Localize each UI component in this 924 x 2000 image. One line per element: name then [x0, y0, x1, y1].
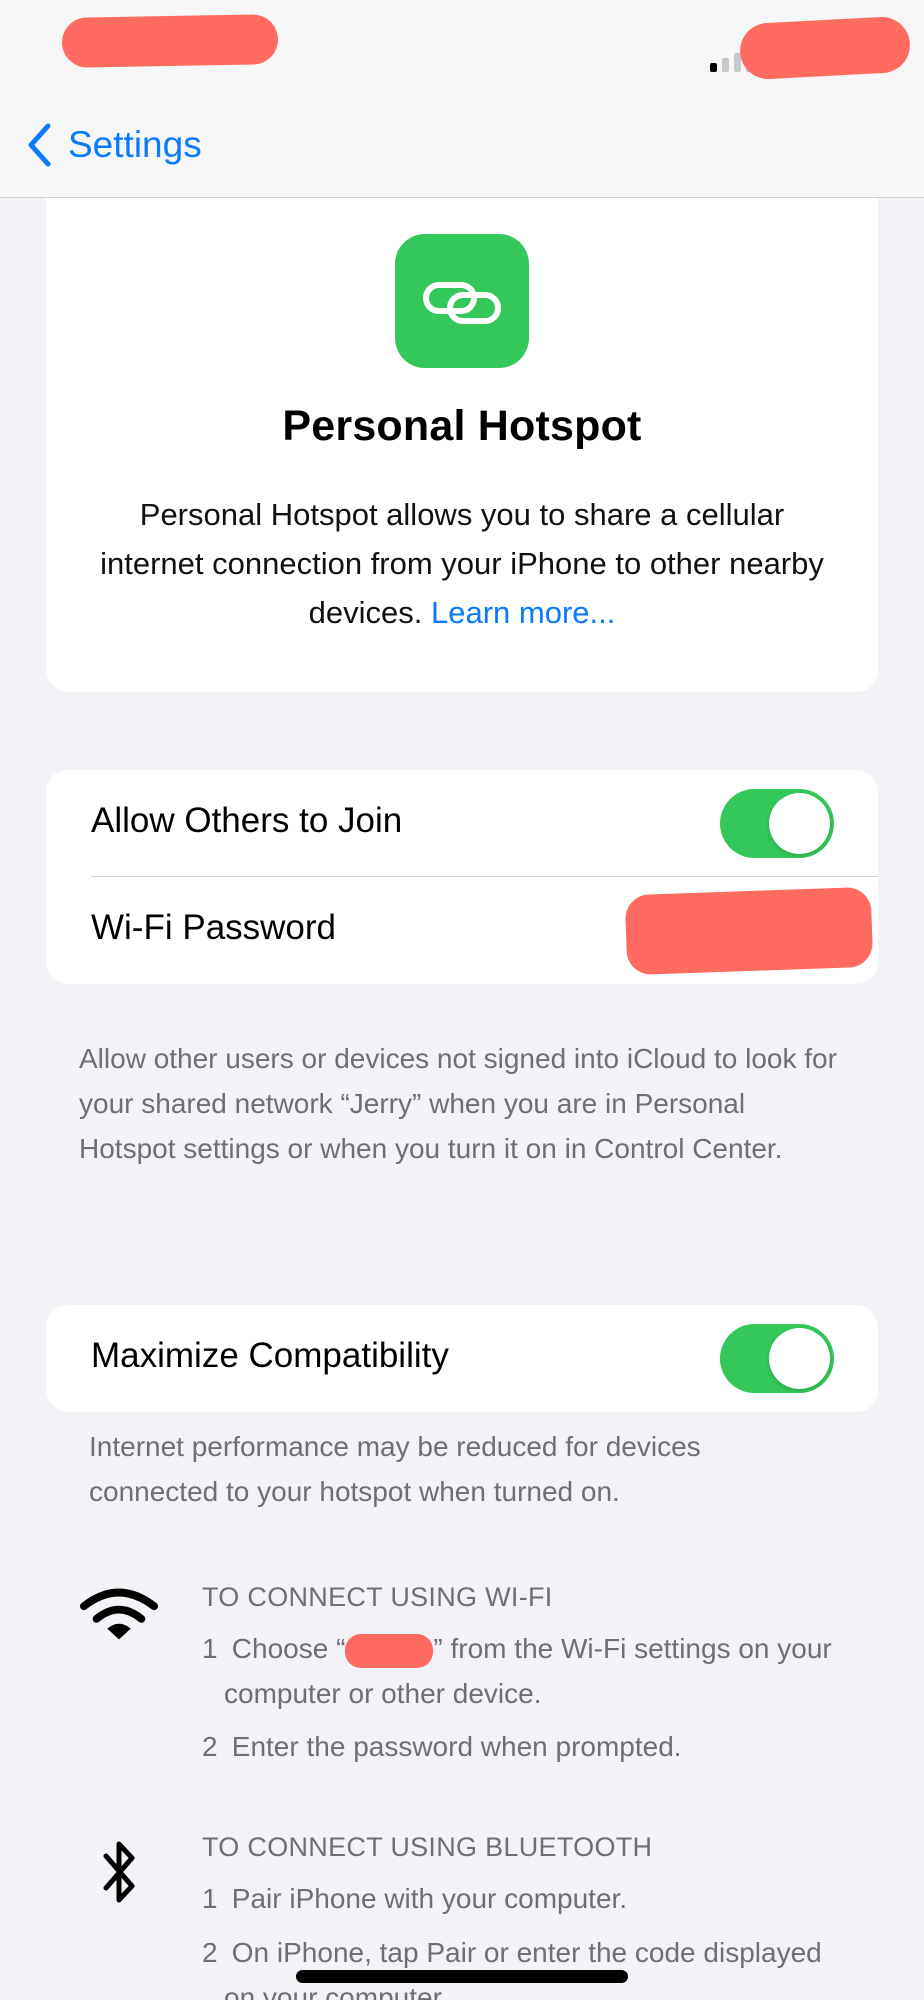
network-settings-card: Allow Others to Join Wi-Fi Password: [46, 770, 878, 984]
wifi-step-1-continued: computer or other device.: [224, 1678, 542, 1709]
wifi-password-label: Wi-Fi Password: [91, 908, 337, 947]
status-bar: [0, 0, 924, 100]
compatibility-footnote: Internet performance may be reduced for …: [89, 1431, 701, 1507]
home-indicator[interactable]: [296, 1970, 628, 1983]
hotspot-info-card: Personal Hotspot Personal Hotspot allows…: [46, 198, 878, 692]
compatibility-card: Maximize Compatibility: [46, 1305, 878, 1412]
bluetooth-step-2-text: On iPhone, tap Pair or enter the code di…: [231, 1937, 822, 1968]
wifi-step-1-text-b: ” from the Wi-Fi settings on your: [433, 1633, 832, 1664]
wifi-step-1-text-a: Choose “: [231, 1633, 346, 1664]
maximize-compatibility-label: Maximize Compatibility: [91, 1336, 449, 1375]
chevron-left-icon: [28, 123, 51, 167]
maximize-compatibility-toggle[interactable]: [720, 1324, 834, 1393]
allow-others-label: Allow Others to Join: [91, 801, 403, 840]
bluetooth-help-title: TO CONNECT USING BLUETOOTH: [202, 1832, 653, 1862]
back-button-label: Settings: [68, 124, 202, 165]
bluetooth-step-1: 1 Pair iPhone with your computer.: [202, 1876, 882, 1921]
navigation-bar: Settings: [0, 100, 924, 198]
step-number: 1: [202, 1883, 218, 1914]
wifi-step-1: 1 Choose “ ” from the Wi-Fi settings on y…: [202, 1626, 882, 1716]
redacted-wifi-password: [624, 886, 874, 976]
allow-others-footnote: Allow other users or devices not signed …: [79, 1043, 837, 1164]
personal-hotspot-app-icon: [395, 234, 529, 368]
step-number: 1: [202, 1633, 218, 1664]
bluetooth-step-1-text: Pair iPhone with your computer.: [231, 1883, 628, 1914]
toggle-knob: [769, 1328, 830, 1389]
maximize-compatibility-row: Maximize Compatibility: [46, 1305, 878, 1411]
allow-others-toggle[interactable]: [720, 789, 834, 858]
redacted-network-name: [345, 1633, 434, 1668]
wifi-help-title: TO CONNECT USING WI-FI: [202, 1582, 553, 1612]
redacted-time: [61, 14, 279, 68]
page-title: Personal Hotspot: [282, 402, 642, 450]
redacted-status-icons: [738, 15, 912, 81]
step-number: 2: [202, 1731, 218, 1762]
wifi-password-row[interactable]: Wi-Fi Password: [46, 877, 878, 983]
wifi-step-2-text: Enter the password when prompted.: [231, 1731, 682, 1762]
learn-more-link[interactable]: Learn more...: [431, 595, 615, 630]
step-number: 2: [202, 1937, 218, 1968]
bluetooth-step-2: 2 On iPhone, tap Pair or enter the code …: [202, 1930, 882, 2000]
link-icon: [423, 282, 501, 324]
toggle-knob: [769, 793, 830, 854]
wifi-icon: [80, 1588, 158, 1640]
hotspot-description: Personal Hotspot allows you to share a c…: [96, 490, 828, 637]
back-button[interactable]: Settings: [26, 122, 202, 168]
wifi-step-2: 2 Enter the password when prompted.: [202, 1724, 882, 1769]
allow-others-row: Allow Others to Join: [46, 770, 878, 876]
bluetooth-icon: [103, 1841, 135, 1903]
